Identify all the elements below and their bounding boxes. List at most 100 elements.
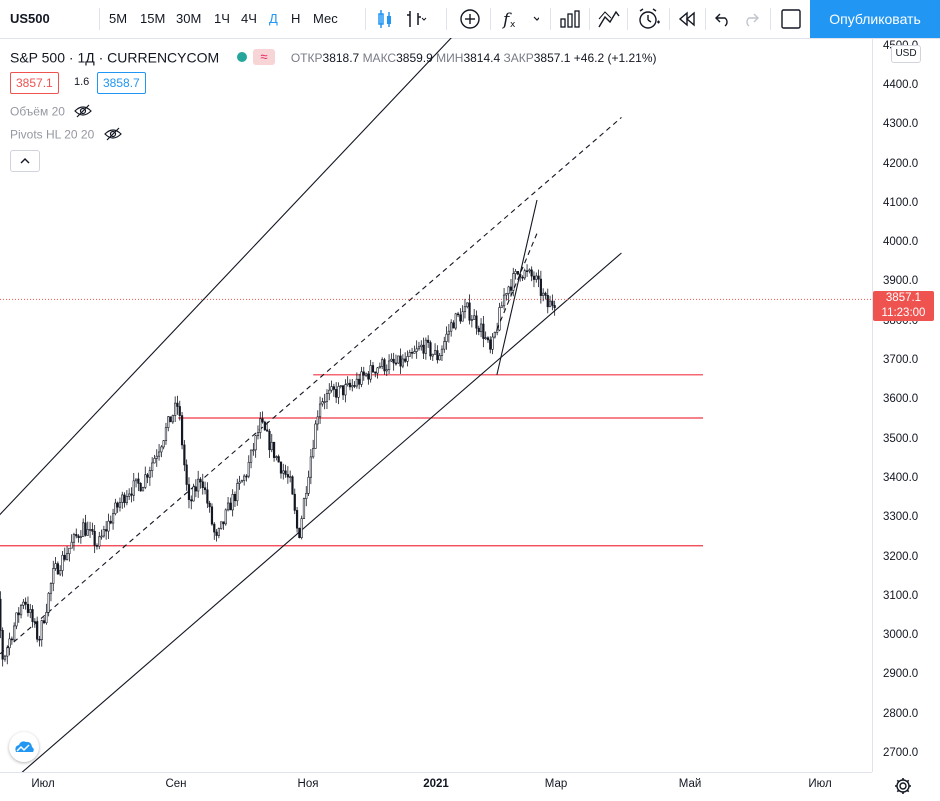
fullscreen-icon[interactable] (780, 9, 802, 29)
compare-bars-icon[interactable] (405, 9, 427, 29)
candle-up (259, 418, 262, 433)
candle-down (427, 339, 430, 343)
interval-3[interactable]: 30M (176, 0, 201, 38)
candle-up (121, 494, 124, 503)
candle-down (452, 322, 455, 329)
candle-up (431, 353, 434, 357)
templates-icon[interactable] (559, 9, 581, 29)
candle-up (125, 496, 128, 504)
chart-legend: S&P 500 · 1Д · CURRENCYCOM ≈ ОТКР3818.7 … (10, 48, 657, 66)
candle-up (144, 474, 147, 488)
candle-up (171, 415, 174, 423)
candle-down (245, 475, 248, 478)
compare-icon[interactable] (597, 9, 621, 29)
candle-up (107, 520, 110, 532)
candle-down (146, 474, 149, 478)
price-tick-label: 2900.0 (883, 668, 919, 681)
candle-up (479, 323, 483, 332)
candle-down (544, 292, 547, 296)
candle-up (100, 535, 103, 538)
candle-up (443, 341, 446, 350)
candle-down (486, 337, 490, 341)
candle-up (344, 384, 347, 396)
candle-up (408, 352, 411, 357)
candle-down (178, 406, 181, 416)
indicator-volume[interactable]: Объём 20 (10, 104, 93, 121)
add-indicator-icon[interactable] (459, 9, 481, 29)
high-value: 3859.9 (396, 50, 433, 65)
candle-up (535, 275, 538, 280)
interval-2[interactable]: 15M (140, 0, 165, 38)
candle-down (26, 604, 30, 613)
toolbar-divider (770, 8, 771, 30)
low-label: МИН (436, 50, 464, 65)
candle-up (82, 522, 85, 538)
candles-icon[interactable] (376, 9, 394, 29)
candle-down (539, 278, 542, 296)
symbol-search[interactable]: US500 (10, 0, 50, 38)
candle-up (325, 393, 329, 402)
price-tick-label: 3400.0 (883, 471, 919, 484)
currency-badge[interactable]: USD (891, 45, 921, 63)
candle-down (17, 612, 20, 616)
candle-down (91, 529, 94, 532)
undo-icon[interactable] (714, 10, 732, 28)
interval-5[interactable]: 4Ч (241, 0, 257, 38)
interval-6[interactable]: Д (269, 0, 278, 38)
indicator-pivots[interactable]: Pivots HL 20 20 (10, 127, 122, 144)
candle-down (532, 275, 536, 280)
toolbar-divider (669, 8, 670, 30)
candle-down (553, 305, 556, 309)
symbol-title[interactable]: S&P 500 · 1Д · CURRENCYCOM (10, 49, 219, 65)
interval-7[interactable]: Н (291, 0, 300, 38)
tradingview-logo[interactable] (9, 732, 39, 762)
price-chart[interactable] (0, 38, 872, 772)
candle-up (424, 339, 427, 354)
open-value: 3818.7 (322, 50, 360, 65)
candle-down (277, 456, 280, 463)
hidden-eye-icon[interactable] (103, 127, 122, 144)
candle-up (542, 292, 545, 296)
candle-down (521, 276, 524, 279)
candle-down (298, 527, 301, 538)
candle-up (406, 356, 409, 362)
time-tick-label: Июл (31, 778, 55, 790)
candle-up (289, 476, 292, 478)
ask-price[interactable]: 3858.7 (97, 72, 146, 94)
redo-icon[interactable] (742, 10, 760, 28)
candle-down (335, 389, 338, 398)
close-label: ЗАКР (503, 50, 534, 65)
price-tick-label: 4000.0 (883, 236, 919, 249)
candle-down (105, 529, 108, 532)
candle-down (266, 429, 269, 432)
alert-clock-icon[interactable] (637, 8, 661, 30)
interval-1[interactable]: 5M (109, 0, 127, 38)
publish-button[interactable]: Опубликовать (810, 0, 940, 38)
candle-down (272, 441, 276, 458)
candle-down (291, 476, 294, 495)
time-tick-label: Мар (544, 778, 568, 790)
candle-up (141, 487, 145, 492)
candle-up (473, 315, 476, 320)
candle-down (75, 534, 78, 537)
candle-up (52, 568, 55, 584)
candle-up (243, 475, 246, 481)
bid-price[interactable]: 3857.1 (10, 72, 59, 94)
hidden-eye-icon[interactable] (74, 104, 93, 121)
function-icon[interactable]: fx (501, 9, 539, 29)
interval-4[interactable]: 1Ч (214, 0, 230, 38)
replay-icon[interactable] (677, 10, 697, 28)
svg-text:x: x (510, 20, 516, 29)
gear-icon[interactable] (893, 776, 913, 796)
candle-down (38, 638, 41, 641)
interval-8[interactable]: Мес (313, 0, 338, 38)
toolbar-divider (589, 8, 590, 30)
candle-up (197, 478, 200, 492)
chevron-up-icon (20, 158, 30, 164)
candle-up (381, 359, 384, 367)
collapse-legend-button[interactable] (10, 150, 40, 172)
bar-countdown: 11:23:00 (881, 307, 926, 319)
candle-down (468, 302, 471, 321)
candle-down (371, 365, 375, 373)
price-tick-label: 4100.0 (883, 196, 919, 209)
